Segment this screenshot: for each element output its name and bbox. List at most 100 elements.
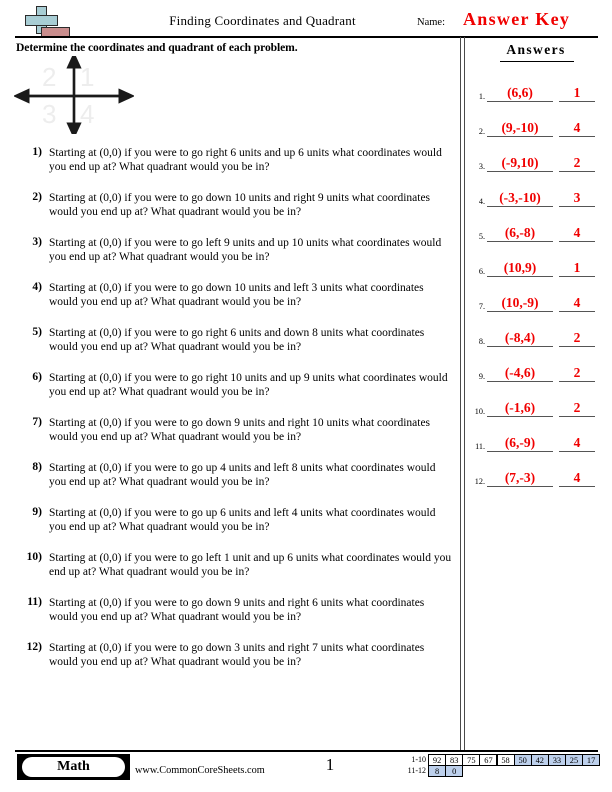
score-cell: 17 [582, 754, 601, 766]
answer-coordinate: (6,-9) [487, 435, 553, 452]
answers-divider-inner [464, 37, 465, 750]
question-item: 8) Starting at (0,0) if you were to go up… [16, 461, 452, 491]
answer-quadrant: 4 [559, 470, 595, 487]
answer-coordinate: (7,-3) [487, 470, 553, 487]
answer-row: 2. (9,-10) 4 [466, 104, 612, 139]
question-number: 4) [32, 281, 42, 293]
coordinate-axes-icon: 2 1 3 4 [14, 56, 134, 134]
answer-quadrant: 4 [559, 120, 595, 137]
answer-key-stamp: Answer Key [463, 9, 571, 29]
answer-coordinate: (10,-9) [487, 295, 553, 312]
quadrant-label-4: 4 [80, 99, 95, 129]
page-number: 1 [325, 755, 335, 774]
question-item: 2) Starting at (0,0) if you were to go do… [16, 191, 452, 221]
question-list: 1) Starting at (0,0) if you were to go ri… [16, 146, 452, 686]
answer-quadrant: 2 [559, 155, 595, 172]
question-item: 10) Starting at (0,0) if you were to go l… [16, 551, 452, 581]
question-text: Starting at (0,0) if you were to go down… [49, 192, 431, 219]
question-item: 4) Starting at (0,0) if you were to go do… [16, 281, 452, 311]
answers-heading: Answers [506, 42, 566, 57]
question-text: Starting at (0,0) if you were to go up 6… [49, 507, 436, 534]
answer-coordinate: (6,-8) [487, 225, 553, 242]
answer-row: 7. (10,-9) 4 [466, 279, 612, 314]
score-cell: 67 [479, 754, 498, 766]
score-cell: 42 [530, 754, 549, 766]
answer-row: 3. (-9,10) 2 [466, 139, 612, 174]
score-cell: 50 [513, 754, 532, 766]
question-number: 7) [32, 416, 42, 428]
question-number: 12) [26, 641, 42, 653]
question-text: Starting at (0,0) if you were to go left… [49, 237, 442, 264]
question-item: 9) Starting at (0,0) if you were to go up… [16, 506, 452, 536]
answer-row: 11. (6,-9) 4 [466, 419, 612, 454]
answer-coordinate: (-8,4) [487, 330, 553, 347]
page-title: Finding Coordinates and Quadrant [169, 13, 356, 28]
answer-coordinate: (-4,6) [487, 365, 553, 382]
answers-panel: Answers 1. (6,6) 1 2. (9,-10) 4 3. (-9,10) 2 4. (-… [466, 37, 612, 747]
question-number: 6) [32, 371, 42, 383]
score-cell: 0 [445, 765, 464, 778]
score-cell: 33 [547, 754, 566, 766]
answer-index: 11. [475, 442, 485, 451]
question-number: 1) [32, 146, 42, 158]
quadrant-label-3: 3 [42, 99, 57, 129]
question-text: Starting at (0,0) if you were to go righ… [49, 372, 448, 399]
answer-quadrant: 2 [559, 365, 595, 382]
question-item: 1) Starting at (0,0) if you were to go ri… [16, 146, 452, 176]
answer-quadrant: 4 [559, 295, 595, 312]
score-row: 11-12 8 0 [398, 765, 600, 778]
footer-divider [15, 750, 598, 752]
answers-heading-underline [500, 61, 574, 62]
question-text: Starting at (0,0) if you were to go righ… [49, 327, 425, 354]
question-item: 12) Starting at (0,0) if you were to go d… [16, 641, 452, 671]
answer-quadrant: 1 [559, 260, 595, 277]
score-cell: 58 [496, 754, 515, 766]
question-item: 7) Starting at (0,0) if you were to go do… [16, 416, 452, 446]
answer-index: 5. [478, 232, 485, 241]
answer-row: 10. (-1,6) 2 [466, 384, 612, 419]
answer-index: 1. [478, 92, 485, 101]
question-text: Starting at (0,0) if you were to go righ… [49, 147, 442, 174]
question-text: Starting at (0,0) if you were to go down… [49, 642, 425, 669]
question-text: Starting at (0,0) if you were to go left… [49, 552, 452, 579]
answer-coordinate: (9,-10) [487, 120, 553, 137]
answer-index: 6. [478, 267, 485, 276]
answer-row: 5. (6,-8) 4 [466, 209, 612, 244]
question-text: Starting at (0,0) if you were to go up 4… [49, 462, 436, 489]
question-text: Starting at (0,0) if you were to go down… [49, 417, 431, 444]
answer-coordinate: (-3,-10) [487, 190, 553, 207]
subject-badge: Math [17, 754, 130, 780]
answer-row: 4. (-3,-10) 3 [466, 174, 612, 209]
answer-coordinate: (-9,10) [487, 155, 553, 172]
answer-coordinate: (6,6) [487, 85, 553, 102]
quadrant-label-1: 1 [80, 62, 95, 92]
score-cell: 8 [428, 765, 447, 778]
axes-svg [14, 56, 134, 134]
question-number: 9) [32, 506, 42, 518]
answer-index: 8. [478, 337, 485, 346]
answer-index: 12. [474, 477, 485, 486]
answers-list: 1. (6,6) 1 2. (9,-10) 4 3. (-9,10) 2 4. (-3,-10) 3 5… [466, 69, 612, 489]
answer-index: 9. [478, 372, 485, 381]
question-item: 3) Starting at (0,0) if you were to go le… [16, 236, 452, 266]
answer-index: 3. [478, 162, 485, 171]
question-number: 5) [32, 326, 42, 338]
answer-row: 8. (-8,4) 2 [466, 314, 612, 349]
question-number: 3) [32, 236, 42, 248]
answer-quadrant: 1 [559, 85, 595, 102]
answer-quadrant: 3 [559, 190, 595, 207]
answer-index: 2. [478, 127, 485, 136]
question-text: Starting at (0,0) if you were to go down… [49, 282, 424, 309]
answers-divider-outer [460, 37, 461, 750]
question-number: 8) [32, 461, 42, 473]
subject-badge-label: Math [22, 757, 125, 777]
page-header: Finding Coordinates and Quadrant Name: A… [0, 0, 612, 38]
answer-quadrant: 2 [559, 330, 595, 347]
question-text: Starting at (0,0) if you were to go down… [49, 597, 425, 624]
question-item: 6) Starting at (0,0) if you were to go ri… [16, 371, 452, 401]
answer-row: 9. (-4,6) 2 [466, 349, 612, 384]
question-item: 5) Starting at (0,0) if you were to go ri… [16, 326, 452, 356]
score-table: 1-10 92 83 75 67 58 50 42 33 25 17 11-12 8 0 [398, 754, 601, 778]
answer-quadrant: 4 [559, 225, 595, 242]
site-url[interactable]: www.CommonCoreSheets.com [135, 765, 265, 776]
